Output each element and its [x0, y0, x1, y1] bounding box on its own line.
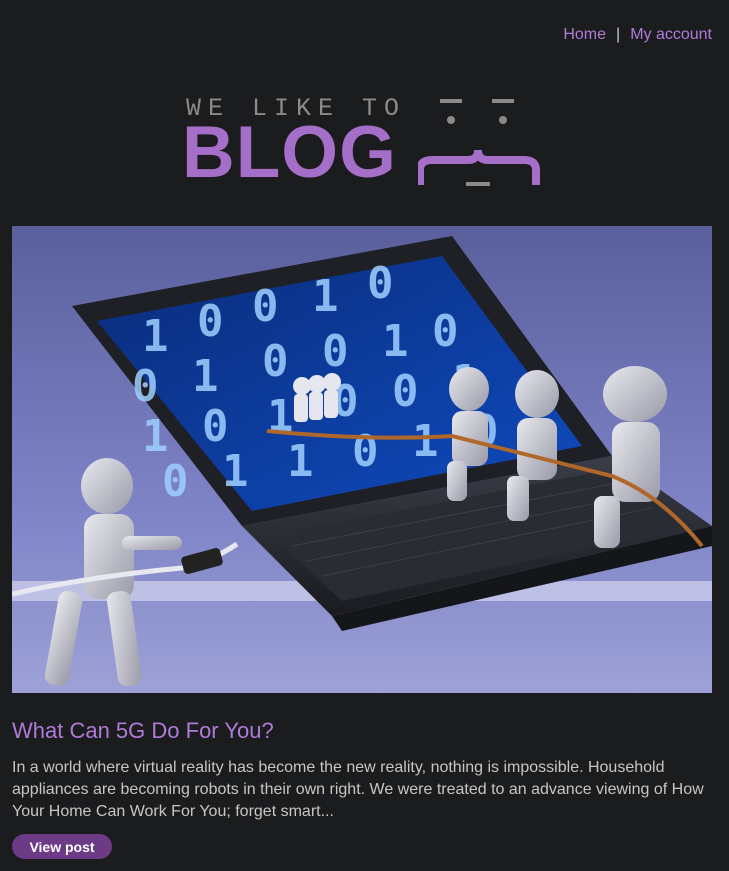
svg-text:0: 0 [132, 361, 159, 412]
svg-text:0: 0 [367, 258, 394, 309]
svg-text:1: 1 [142, 311, 169, 362]
svg-text:0: 0 [432, 306, 459, 357]
logo-wordmark: BLOG [182, 112, 397, 193]
logo-face-icon [418, 99, 540, 186]
svg-text:0: 0 [252, 281, 279, 332]
svg-text:1: 1 [222, 446, 249, 497]
svg-text:0: 0 [162, 456, 189, 507]
svg-text:1: 1 [287, 436, 314, 487]
my-account-link[interactable]: My account [630, 26, 712, 44]
svg-text:1: 1 [192, 351, 219, 402]
home-link[interactable]: Home [563, 26, 606, 44]
svg-text:0: 0 [322, 326, 349, 377]
post-summary: In a world where virtual reality has bec… [12, 759, 704, 820]
svg-text:0: 0 [197, 296, 224, 347]
nav-separator: | [616, 26, 621, 43]
svg-text:0: 0 [202, 401, 229, 452]
post-title[interactable]: What Can 5G Do For You? [12, 718, 274, 744]
view-post-button[interactable]: View post [12, 834, 112, 859]
svg-text:0: 0 [392, 366, 419, 417]
svg-text:0: 0 [262, 336, 289, 387]
svg-text:1: 1 [382, 316, 409, 367]
post-hero-image[interactable]: 10010 010010 101001 011010 [12, 226, 712, 693]
blog-logo[interactable]: WE LIKE TO BLOG [180, 90, 550, 195]
top-navigation: Home | My account [563, 26, 712, 44]
svg-text:1: 1 [312, 271, 339, 322]
svg-text:1: 1 [412, 416, 439, 467]
svg-text:1: 1 [142, 411, 169, 462]
svg-text:0: 0 [352, 426, 379, 477]
